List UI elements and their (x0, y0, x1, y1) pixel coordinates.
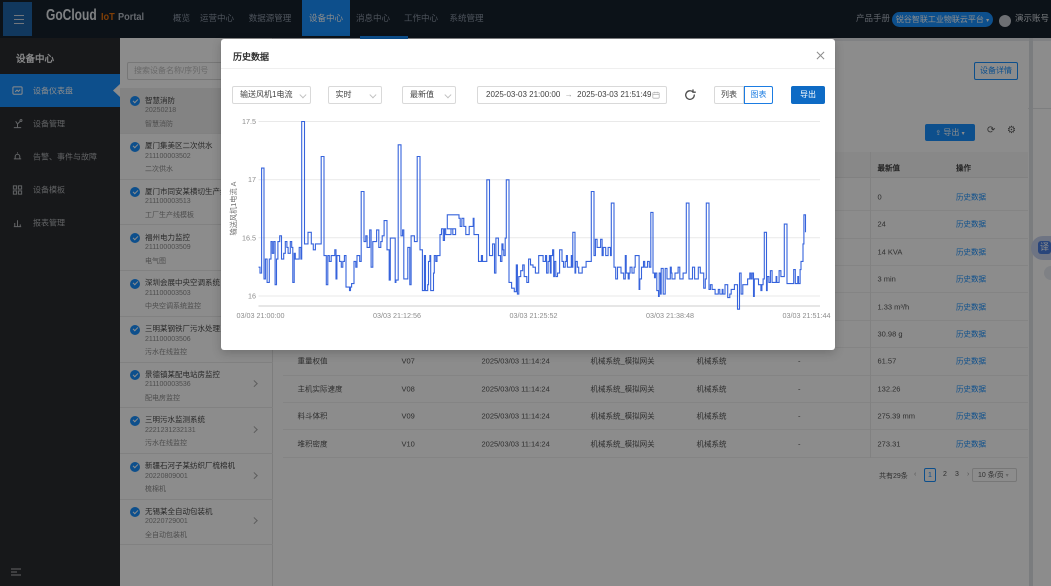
svg-text:03/03 21:51:44: 03/03 21:51:44 (783, 311, 831, 320)
svg-text:16: 16 (248, 292, 256, 301)
svg-text:17.5: 17.5 (242, 117, 256, 126)
svg-text:16.5: 16.5 (242, 233, 256, 242)
svg-text:17: 17 (248, 175, 256, 184)
svg-text:03/03 21:00:00: 03/03 21:00:00 (237, 311, 285, 320)
svg-text:输送风机1电流 A: 输送风机1电流 A (229, 181, 238, 235)
svg-text:03/03 21:25:52: 03/03 21:25:52 (510, 311, 558, 320)
svg-text:03/03 21:12:56: 03/03 21:12:56 (373, 311, 421, 320)
svg-text:03/03 21:38:48: 03/03 21:38:48 (646, 311, 694, 320)
